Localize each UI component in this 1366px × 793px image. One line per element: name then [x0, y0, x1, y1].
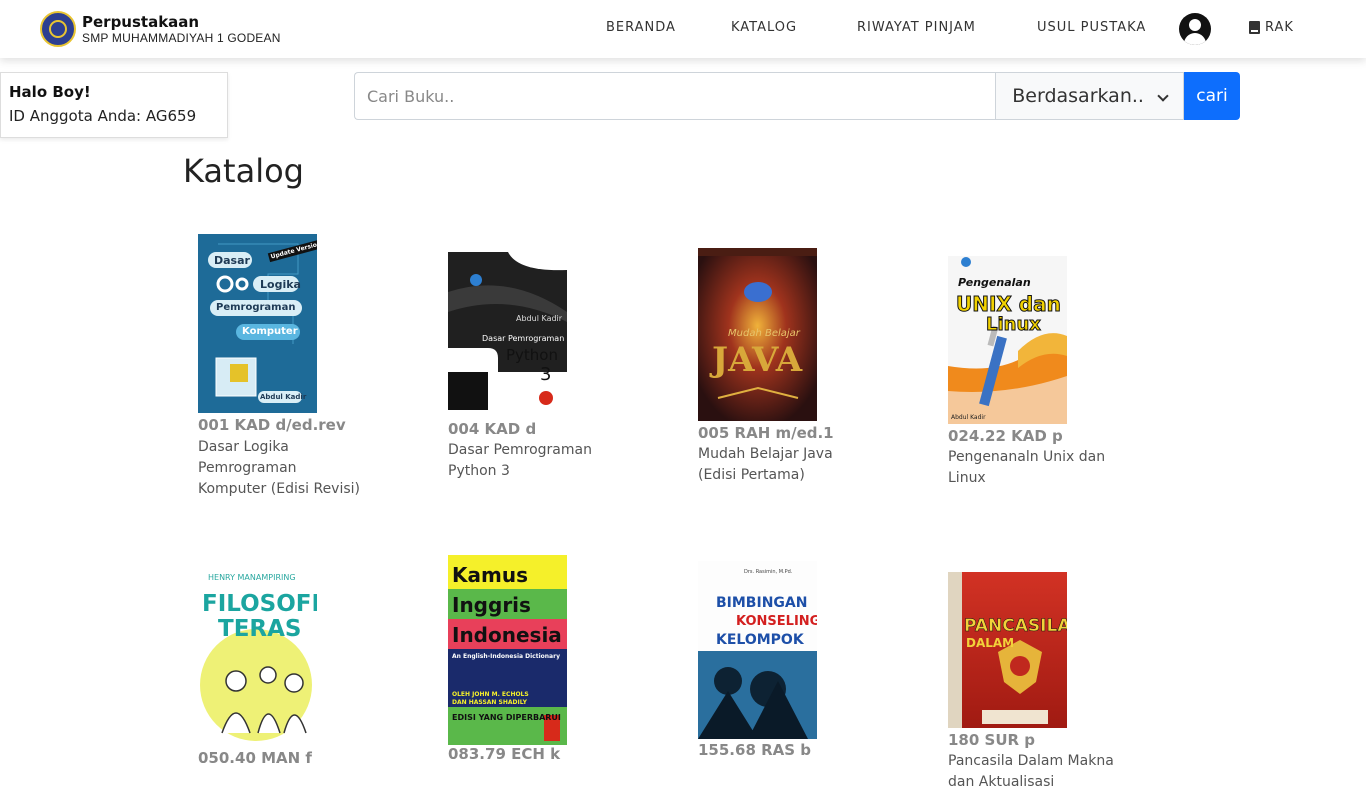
book-card[interactable]: Mudah Belajar JAVA 005 RAH m/ed.1 Mudah … — [698, 248, 878, 498]
cover-text: Dasar — [214, 254, 250, 267]
navbar: Perpustakaan SMP MUHAMMADIYAH 1 GODEAN B… — [0, 0, 1366, 58]
book-call-number: 083.79 ECH k — [448, 745, 561, 763]
member-id: ID Anggota Anda: AG659 — [9, 107, 197, 125]
search-filter-select[interactable]: Berdasarkan.. — [995, 72, 1185, 120]
cover-text: HENRY MANAMPIRING — [208, 573, 296, 582]
cover-text: JAVA — [712, 340, 803, 380]
search-filter-value: Berdasarkan.. — [1012, 85, 1144, 107]
book-call-number: 005 RAH m/ed.1 — [698, 424, 834, 442]
cover-text: Komputer — [242, 326, 298, 337]
book-card[interactable]: PANCASILA DALAM 180 SUR p Pancasila Dala… — [948, 572, 1128, 790]
book-card[interactable]: Abdul Kadir Dasar Pemrograman Python 3 0… — [448, 252, 628, 492]
cover-text: Drs. Rasimin, M.Pd. — [744, 569, 793, 575]
cover-text: KELOMPOK — [716, 632, 804, 648]
cover-text: Kamus — [452, 563, 528, 587]
cover-text: Inggris — [452, 593, 531, 617]
search-button[interactable]: cari — [1184, 72, 1240, 120]
book-card[interactable]: HENRY MANAMPIRING FILOSOFI TERAS 050.40 … — [198, 573, 378, 773]
nav-riwayat-pinjam[interactable]: RIWAYAT PINJAM — [857, 20, 976, 35]
book-cover[interactable]: PANCASILA DALAM — [948, 572, 1067, 728]
cover-text: OLEH JOHN M. ECHOLS — [452, 691, 529, 698]
cover-text: DALAM — [966, 636, 1015, 650]
search-input[interactable] — [354, 72, 996, 120]
cover-text: Logika — [260, 278, 301, 291]
nav-beranda[interactable]: BERANDA — [606, 20, 676, 35]
greeting-hello: Halo Boy! — [9, 83, 91, 101]
cover-text: UNIX dan — [956, 292, 1062, 317]
book-title[interactable]: Mudah Belajar Java (Edisi Pertama) — [698, 444, 868, 486]
cover-text: An English-Indonesia Dictionary — [452, 653, 560, 660]
cover-text: Pengenalan — [958, 276, 1031, 289]
book-title[interactable]: Pengenanaln Unix dan Linux — [948, 447, 1118, 489]
cover-author: Abdul Kadir — [951, 414, 986, 421]
book-call-number: 050.40 MAN f — [198, 749, 312, 767]
rak-label: RAK — [1265, 20, 1294, 35]
book-cover[interactable]: Pengenalan UNIX dan Linux Abdul Kadir — [948, 256, 1067, 424]
book-call-number: 001 KAD d/ed.rev — [198, 416, 346, 434]
cover-text: BIMBINGAN — [716, 595, 808, 611]
book-card[interactable]: Pengenalan UNIX dan Linux Abdul Kadir 02… — [948, 256, 1128, 496]
cover-text: 3 — [540, 364, 552, 385]
cover-text: Pemrograman — [216, 302, 296, 313]
cover-text: Python — [506, 346, 558, 364]
book-call-number: 024.22 KAD p — [948, 427, 1063, 445]
cover-text: EDISI YANG DIPERBARUI — [452, 713, 561, 722]
nav-usul-pustaka[interactable]: USUL PUSTAKA — [1037, 20, 1146, 35]
user-avatar-icon[interactable] — [1179, 13, 1211, 45]
book-card[interactable]: Drs. Rasimin, M.Pd. BIMBINGAN KONSELING … — [698, 561, 878, 771]
book-cover[interactable]: Mudah Belajar JAVA — [698, 248, 817, 421]
nav-katalog[interactable]: KATALOG — [731, 20, 797, 35]
book-cover[interactable]: Abdul Kadir Dasar Pemrograman Python 3 — [448, 252, 567, 410]
book-call-number: 155.68 RAS b — [698, 741, 812, 759]
book-cover[interactable]: HENRY MANAMPIRING FILOSOFI TERAS — [198, 573, 317, 748]
book-cover[interactable]: Drs. Rasimin, M.Pd. BIMBINGAN KONSELING … — [698, 561, 817, 739]
page-title: Katalog — [183, 152, 304, 190]
cover-author: Abdul Kadir — [516, 314, 563, 323]
greeting-card: Halo Boy! ID Anggota Anda: AG659 — [0, 72, 228, 138]
book-call-number: 180 SUR p — [948, 731, 1036, 749]
cover-text: Indonesia — [452, 623, 562, 647]
cover-text: TERAS — [218, 616, 302, 642]
cover-text: FILOSOFI — [202, 591, 317, 617]
cover-text: KONSELING — [736, 614, 817, 629]
book-title[interactable]: Pancasila Dalam Makna dan Aktualisasi — [948, 751, 1128, 793]
rak-link[interactable]: RAK — [1249, 20, 1294, 35]
chevron-down-icon — [1157, 90, 1169, 102]
book-title[interactable]: Dasar Pemrograman Python 3 — [448, 440, 618, 482]
book-card[interactable]: Dasar Logika Pemrograman Komputer Abdul … — [198, 234, 378, 504]
cover-author: Abdul Kadir — [260, 393, 307, 401]
book-title[interactable]: Dasar Logika Pemrograman Komputer (Edisi… — [198, 437, 368, 500]
book-cover[interactable]: Kamus Inggris Indonesia An English-Indon… — [448, 555, 567, 745]
book-cover[interactable]: Dasar Logika Pemrograman Komputer Abdul … — [198, 234, 317, 413]
cover-text: Dasar Pemrograman — [482, 334, 565, 343]
book-icon — [1249, 21, 1260, 34]
book-call-number: 004 KAD d — [448, 420, 537, 438]
book-card[interactable]: Kamus Inggris Indonesia An English-Indon… — [448, 555, 628, 770]
search-bar: Berdasarkan.. cari — [354, 72, 1240, 120]
cover-text: Linux — [986, 314, 1042, 336]
cover-text: DAN HASSAN SHADILY — [452, 699, 527, 706]
cover-text: Mudah Belajar — [728, 328, 800, 339]
cover-text: PANCASILA — [964, 616, 1067, 637]
